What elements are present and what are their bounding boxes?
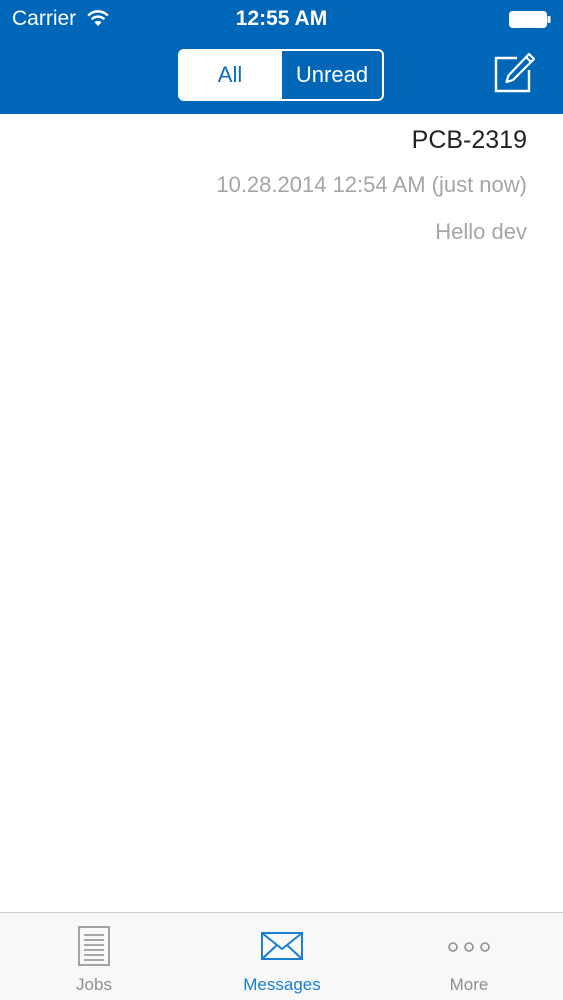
tab-messages[interactable]: Messages [188,913,376,1000]
tab-jobs-label: Jobs [76,975,112,994]
message-date: 10.28.2014 12:54 AM (just now) [216,172,527,197]
status-time: 12:55 AM [235,7,328,30]
envelope-icon [261,932,303,960]
message-body: Hello dev [435,219,527,244]
tab-bar: Jobs Messages More [0,912,563,1000]
message-title: PCB-2319 [411,126,527,154]
status-bar: Carrier 12:55 AM [0,0,563,40]
document-icon [78,926,110,966]
message-filter-segmented-control[interactable]: All Unread [178,49,384,101]
tab-jobs[interactable]: Jobs [0,913,188,1000]
segment-unread[interactable]: Unread [280,51,382,99]
message-list: PCB-2319 10.28.2014 12:54 AM (just now) … [0,114,563,912]
segment-all[interactable]: All [180,51,280,99]
navigation-bar: Carrier 12:55 AM All Unread [0,0,563,114]
battery-icon [509,11,551,28]
compose-icon[interactable] [493,52,535,94]
list-item[interactable]: PCB-2319 10.28.2014 12:54 AM (just now) … [0,114,563,264]
tab-more-label: More [449,975,489,994]
tab-messages-label: Messages [243,975,321,994]
ellipsis-icon [448,942,490,952]
tab-more[interactable]: More [375,913,563,1000]
